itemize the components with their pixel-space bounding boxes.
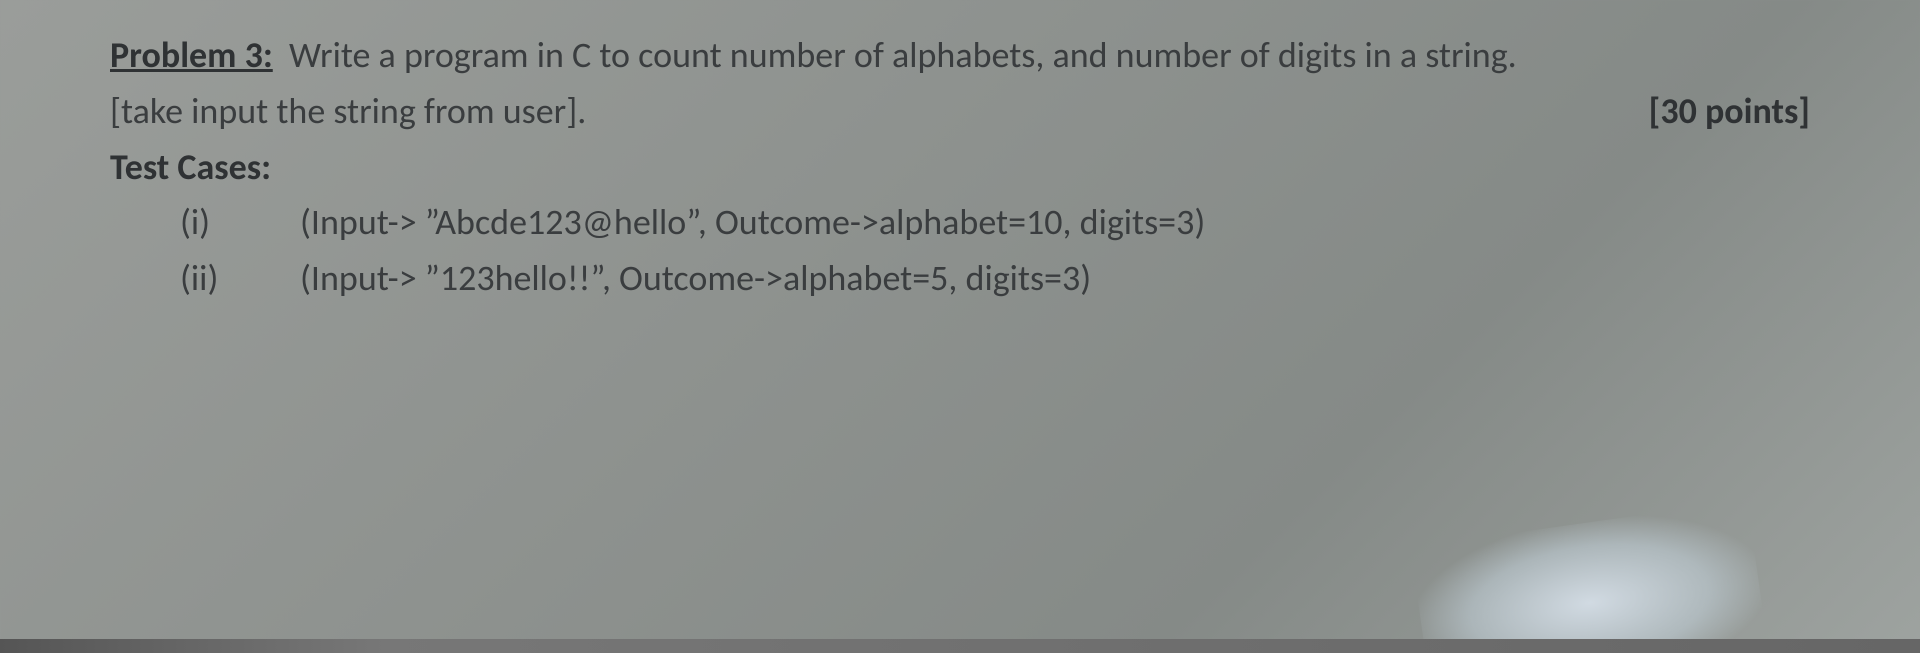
problem-statement-part2: [take input the string from user]. (110, 89, 586, 133)
problem-label: Problem 3: (110, 33, 273, 77)
test-case-row: (ii) (Input-> ”123hello!!”, Outcome->alp… (180, 251, 1810, 307)
screen-glare (1411, 500, 1770, 653)
problem-subline: [take input the string from user]. [30 p… (110, 84, 1810, 140)
test-case-text: (Input-> ”123hello!!”, Outcome->alphabet… (300, 251, 1810, 307)
problem-statement-part1: Write a program in C to count number of … (289, 33, 1517, 77)
test-cases-list: (i) (Input-> ”Abcde123@hello”, Outcome->… (110, 195, 1810, 307)
problem-points: [30 points] (1649, 84, 1810, 140)
test-case-row: (i) (Input-> ”Abcde123@hello”, Outcome->… (180, 195, 1810, 251)
test-case-number: (i) (180, 195, 300, 251)
problem-heading: Problem 3: Write a program in C to count… (110, 28, 1810, 84)
problem-document: Problem 3: Write a program in C to count… (0, 0, 1920, 307)
test-case-text: (Input-> ”Abcde123@hello”, Outcome->alph… (300, 195, 1810, 251)
bottom-bezel (0, 639, 1920, 653)
problem-statement-line-1 (281, 33, 289, 77)
test-case-number: (ii) (180, 251, 300, 307)
test-cases-label: Test Cases: (110, 140, 1810, 196)
